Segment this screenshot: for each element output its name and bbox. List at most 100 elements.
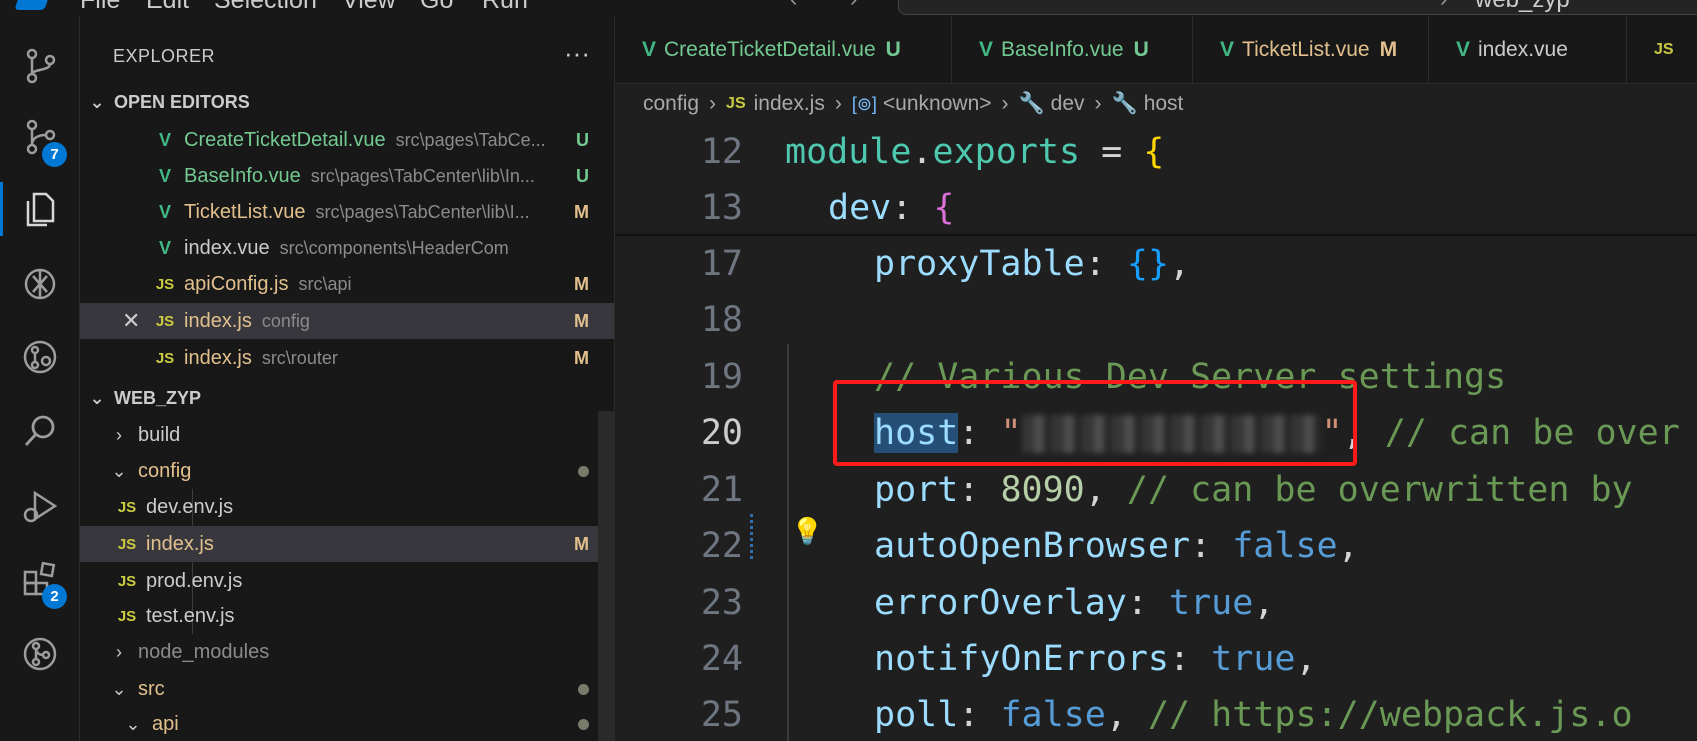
vue-file-icon: V (642, 38, 657, 61)
menu-run[interactable]: Run (482, 0, 528, 15)
blurred-host-value (1021, 415, 1322, 453)
tree-folder[interactable]: › node_modules (80, 634, 614, 670)
tree-folder[interactable]: ⌄ api (80, 706, 614, 741)
back-arrow-icon[interactable]: ‹ (790, 0, 797, 12)
tree-folder[interactable]: › build (80, 417, 614, 453)
open-editor-item[interactable]: V BaseInfo.vue src\pages\TabCenter\lib\I… (80, 158, 614, 194)
chevron-right-icon: › (116, 424, 122, 445)
folder-name: api (152, 712, 179, 735)
menu-view[interactable]: View (342, 0, 396, 15)
file-name: dev.env.js (146, 495, 234, 518)
git-status: M (574, 347, 589, 368)
chatgpt-icon[interactable] (0, 249, 80, 319)
activity-bar: 7 2 (0, 16, 80, 741)
editor-area: V CreateTicketDetail.vue U V BaseInfo.vu… (615, 16, 1697, 741)
file-name: apiConfig.js (184, 272, 289, 295)
breadcrumb-host[interactable]: host (1144, 92, 1184, 116)
git-status: M (574, 533, 589, 554)
file-name: index.js (184, 346, 252, 369)
line-number: 23 (700, 583, 743, 623)
tree-file[interactable]: JS test.env.js (80, 598, 614, 634)
tab-index-vue[interactable]: V index.vue (1429, 16, 1627, 84)
js-file-icon: JS (155, 275, 175, 293)
code-line: 24 notifyOnErrors: true, (615, 631, 1697, 687)
tab-ticket-list[interactable]: V TicketList.vue M (1193, 16, 1429, 84)
chevron-right-icon: › (1440, 0, 1447, 12)
source-control-graph-icon[interactable] (0, 31, 80, 101)
code-line: 25 poll: false, // https://webpack.js.o (615, 687, 1697, 741)
tree-file[interactable]: JS prod.env.js (80, 563, 614, 599)
code-line: 22 autoOpenBrowser: false, (615, 518, 1697, 574)
file-path: config (261, 310, 310, 331)
chevron-down-icon: ⌄ (125, 713, 141, 734)
line-number: 25 (700, 695, 743, 735)
explorer-icon[interactable] (0, 174, 80, 244)
open-editor-item[interactable]: JS apiConfig.js src\api M (80, 266, 614, 302)
breadcrumb-symbol[interactable]: <unknown> (883, 92, 992, 116)
code-editor[interactable]: 💡 12 module.exports = { 13 dev: { 17 pro… (615, 124, 1697, 741)
vue-file-icon: V (1456, 38, 1471, 61)
open-editors-header[interactable]: ⌄ OPEN EDITORS (80, 85, 614, 119)
vscode-logo-icon (14, 0, 52, 10)
chevron-down-icon: ⌄ (89, 91, 105, 112)
open-editor-item-active[interactable]: ✕ JS index.js config M (80, 303, 614, 339)
open-editor-item[interactable]: V index.vue src\components\HeaderCom (80, 230, 614, 266)
tree-file-selected[interactable]: JS index.js M (80, 526, 614, 562)
explorer-title: EXPLORER (113, 46, 216, 66)
code-line: 18 (615, 292, 1697, 348)
tab-label: BaseInfo.vue (1001, 38, 1124, 61)
source-control-icon[interactable]: 7 (0, 102, 80, 172)
tree-folder[interactable]: ⌄ config (80, 453, 614, 489)
tab-index-js[interactable]: JS (1627, 16, 1697, 84)
file-name: BaseInfo.vue (184, 164, 301, 187)
search-icon[interactable] (0, 396, 80, 466)
code-line: 17 proxyTable: {}, (615, 236, 1697, 292)
forward-arrow-icon[interactable]: › (850, 0, 857, 12)
folder-name: config (138, 459, 192, 482)
git-graph-icon[interactable] (0, 619, 80, 689)
source-control-badge: 7 (42, 142, 67, 167)
sidebar-scrollbar[interactable] (598, 411, 614, 741)
menu-selection[interactable]: Selection (214, 0, 317, 15)
open-editor-item[interactable]: V TicketList.vue src\pages\TabCenter\lib… (80, 194, 614, 230)
git-status: M (574, 273, 589, 294)
folder-name: node_modules (138, 640, 270, 663)
tab-status: U (885, 38, 901, 61)
git-lens-icon[interactable] (0, 322, 80, 392)
js-file-icon: JS (117, 535, 137, 553)
breadcrumb-file[interactable]: index.js (754, 92, 825, 116)
workspace-name: web_zyp (1475, 0, 1570, 14)
tab-base-info[interactable]: V BaseInfo.vue U (952, 16, 1193, 84)
code-line: 19 // Various Dev Server settings (615, 349, 1697, 405)
more-actions-icon[interactable]: ··· (564, 38, 590, 69)
menu-file[interactable]: File (80, 0, 120, 15)
file-path: src\pages\TabCenter\lib\I... (315, 201, 530, 222)
breadcrumb-dev[interactable]: dev (1051, 92, 1085, 116)
git-status: U (576, 165, 589, 186)
extensions-icon[interactable]: 2 (0, 544, 80, 614)
tab-create-ticket-detail[interactable]: V CreateTicketDetail.vue U (615, 16, 952, 84)
open-editor-item[interactable]: JS index.js src\router M (80, 340, 614, 376)
code-line: 13 dev: { (615, 180, 1697, 236)
command-center-search[interactable] (898, 0, 1697, 15)
vue-file-icon: V (979, 38, 994, 61)
file-name: index.js (184, 309, 252, 332)
run-debug-icon[interactable] (0, 471, 80, 541)
workspace-header[interactable]: ⌄ WEB_ZYP (80, 381, 614, 415)
line-number: 12 (700, 132, 743, 172)
git-status: U (576, 129, 589, 150)
vue-file-icon: V (158, 201, 171, 222)
open-editor-item[interactable]: V CreateTicketDetail.vue src\pages\TabCe… (80, 122, 614, 158)
editor-tabs: V CreateTicketDetail.vue U V BaseInfo.vu… (615, 16, 1697, 84)
symbol-variable-icon: [⊚] (851, 93, 877, 114)
breadcrumb-folder[interactable]: config (643, 92, 699, 116)
tree-file[interactable]: JS dev.env.js (80, 489, 614, 525)
tree-folder[interactable]: ⌄ src (80, 671, 614, 707)
selected-word: host (874, 413, 959, 453)
menu-go[interactable]: Go (420, 0, 453, 15)
menu-edit[interactable]: Edit (146, 0, 189, 15)
close-icon[interactable]: ✕ (122, 308, 154, 334)
js-file-icon: JS (155, 312, 175, 330)
file-path: src\components\HeaderCom (279, 237, 509, 258)
line-number: 21 (700, 470, 743, 510)
